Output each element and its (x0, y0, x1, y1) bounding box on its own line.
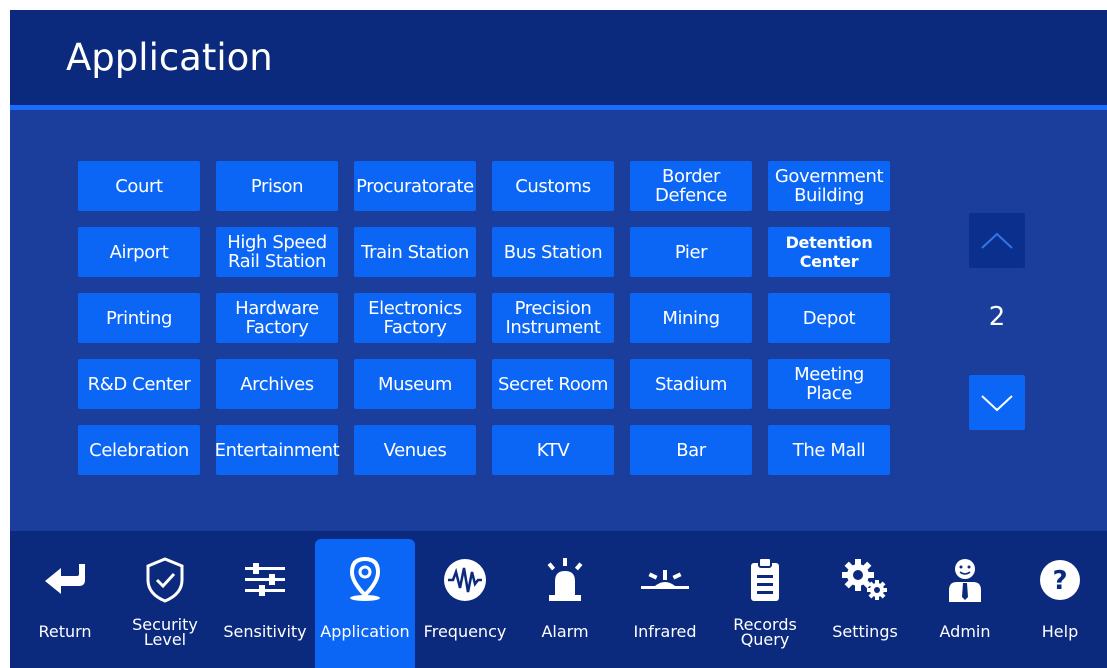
header-bar: Application (10, 10, 1107, 105)
tile-label: Pier (674, 241, 708, 263)
tile-label: R&D Center (87, 373, 191, 395)
app-tile-venues[interactable]: Venues (354, 425, 476, 475)
page-up-button[interactable] (969, 213, 1025, 268)
app-tile-train-station[interactable]: Train Station (354, 227, 476, 277)
tile-label: High Speed Rail Station (227, 232, 327, 272)
admin-user-icon (949, 559, 981, 602)
tile-label: Bar (676, 439, 706, 461)
chevron-down-icon (981, 394, 1013, 411)
nav-alarm[interactable]: Alarm (515, 539, 615, 668)
tile-label: Hardware Factory (235, 298, 319, 338)
app-tile-bar[interactable]: Bar (630, 425, 752, 475)
return-arrow-icon (45, 564, 85, 594)
nav-infrared[interactable]: Infrared (615, 539, 715, 668)
nav-application[interactable]: Application (315, 539, 415, 668)
app-tile-prison[interactable]: Prison (216, 161, 338, 211)
gears-icon (842, 559, 887, 600)
tile-label: Precision Instrument (505, 298, 601, 338)
nav-sensitivity[interactable]: Sensitivity (215, 539, 315, 668)
tile-label: KTV (536, 439, 570, 461)
tile-label: Detention Center (785, 233, 873, 271)
tile-label: Printing (105, 307, 173, 329)
tile-label: Celebration (89, 439, 189, 461)
tile-label: Entertainment (214, 439, 340, 461)
nav-help[interactable]: ? Help (1010, 539, 1107, 668)
location-pin-icon (349, 557, 381, 601)
infrared-icon (641, 570, 689, 589)
app-tile-archives[interactable]: Archives (216, 359, 338, 409)
tile-label: Meeting Place (794, 364, 864, 404)
app-tile-high-speed-rail-station[interactable]: High Speed Rail Station (216, 227, 338, 277)
tile-label: Court (115, 175, 163, 197)
app-tile-hardware-factory[interactable]: Hardware Factory (216, 293, 338, 343)
app-tile-stadium[interactable]: Stadium (630, 359, 752, 409)
tile-label: Electronics Factory (368, 298, 462, 338)
device-screen: Application Court Prison Procuratorate C… (10, 10, 1107, 668)
page-number: 2 (988, 302, 1006, 332)
app-tile-entertainment[interactable]: Entertainment (214, 425, 340, 475)
svg-text:?: ? (1052, 566, 1067, 596)
app-tile-meeting-place[interactable]: Meeting Place (768, 359, 890, 409)
tile-label: Archives (240, 373, 314, 395)
chevron-up-icon (981, 232, 1013, 249)
clipboard-icon (751, 557, 779, 601)
app-tile-the-mall[interactable]: The Mall (768, 425, 890, 475)
app-tile-bus-station[interactable]: Bus Station (492, 227, 614, 277)
app-tile-precision-instrument[interactable]: Precision Instrument (492, 293, 614, 343)
alarm-light-icon (547, 558, 583, 601)
bottom-nav-bar: Return Security Level Sensitivity Applic… (10, 531, 1107, 668)
tile-label: Museum (378, 373, 452, 395)
nav-label: Help (1041, 622, 1079, 641)
nav-admin[interactable]: Admin (915, 539, 1015, 668)
tile-label: Border Defence (655, 166, 727, 206)
app-tile-customs[interactable]: Customs (492, 161, 614, 211)
sliders-icon (245, 563, 285, 596)
app-tile-secret-room[interactable]: Secret Room (492, 359, 614, 409)
tile-label: The Mall (792, 439, 866, 461)
app-tile-ktv[interactable]: KTV (492, 425, 614, 475)
shield-check-icon (146, 557, 184, 603)
app-tile-printing[interactable]: Printing (78, 293, 200, 343)
tile-label: Government Building (774, 166, 884, 206)
tile-label: Venues (383, 439, 447, 461)
page-down-button[interactable] (969, 375, 1025, 430)
app-tile-border-defence[interactable]: Border Defence (630, 161, 752, 211)
nav-records-query[interactable]: Records Query (715, 539, 815, 668)
waveform-icon (444, 559, 486, 601)
tile-label: Train Station (361, 241, 469, 263)
app-tile-court[interactable]: Court (78, 161, 200, 211)
nav-settings[interactable]: Settings (815, 539, 915, 668)
tile-label: Customs (515, 175, 591, 197)
tile-label: Prison (250, 175, 304, 197)
help-icon: ? (1040, 560, 1080, 600)
nav-return[interactable]: Return (15, 539, 115, 668)
tile-label: Depot (802, 307, 856, 329)
app-tile-depot[interactable]: Depot (768, 293, 890, 343)
app-tile-mining[interactable]: Mining (630, 293, 752, 343)
tile-label: Airport (109, 241, 169, 263)
app-tile-electronics-factory[interactable]: Electronics Factory (354, 293, 476, 343)
app-tile-pier[interactable]: Pier (630, 227, 752, 277)
tile-label: Procuratorate (356, 175, 474, 197)
app-tile-rd-center[interactable]: R&D Center (78, 359, 200, 409)
app-tile-airport[interactable]: Airport (78, 227, 200, 277)
tile-label: Bus Station (503, 241, 603, 263)
app-tile-government-building[interactable]: Government Building (768, 161, 890, 211)
app-tile-museum[interactable]: Museum (354, 359, 476, 409)
nav-frequency[interactable]: Frequency (415, 539, 515, 668)
app-tile-detention-center[interactable]: Detention Center (768, 227, 890, 277)
tile-label: Mining (662, 307, 720, 329)
app-tile-celebration[interactable]: Celebration (78, 425, 200, 475)
tile-label: Secret Room (497, 373, 609, 395)
page-title: Application (66, 36, 273, 79)
header-divider (10, 105, 1107, 110)
app-tile-procuratorate[interactable]: Procuratorate (354, 161, 476, 211)
tile-label: Stadium (654, 373, 728, 395)
nav-security-level[interactable]: Security Level (115, 539, 215, 668)
